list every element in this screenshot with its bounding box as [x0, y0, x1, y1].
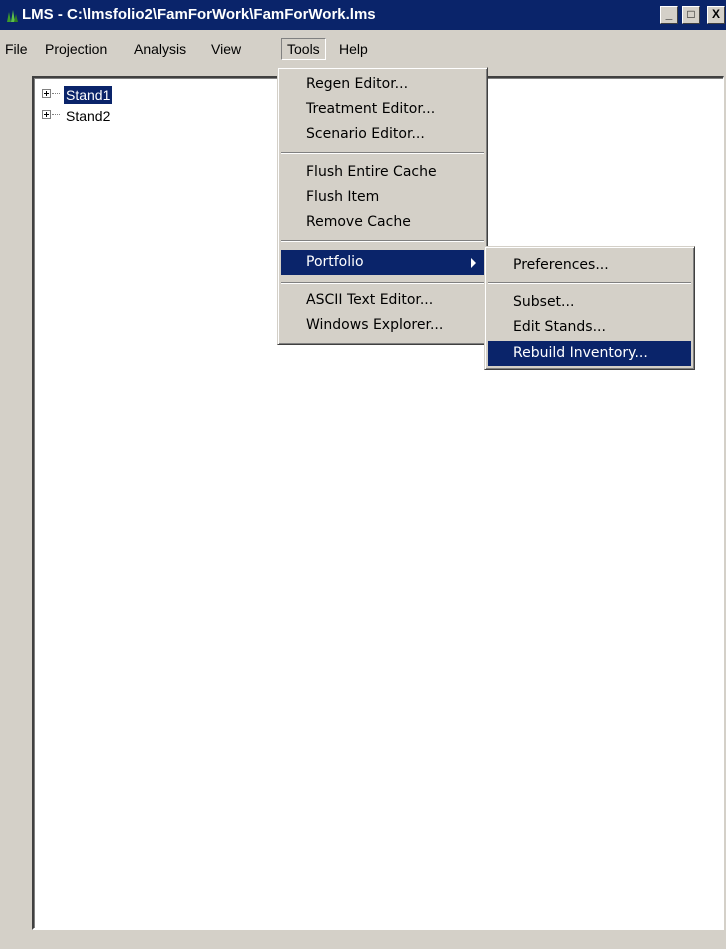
- expand-icon[interactable]: [42, 89, 51, 98]
- menu-item-flush-item[interactable]: Flush Item: [281, 185, 484, 210]
- menu-item-preferences[interactable]: Preferences...: [488, 253, 691, 278]
- menu-item-regen-editor[interactable]: Regen Editor...: [281, 72, 484, 97]
- window-title: LMS - C:\lmsfolio2\FamForWork\FamForWork…: [22, 6, 376, 23]
- menu-item-label: Portfolio: [306, 254, 364, 270]
- menu-separator: [281, 152, 484, 154]
- menu-separator: [281, 240, 484, 242]
- menu-item-portfolio[interactable]: Portfolio: [281, 250, 484, 275]
- menu-item-windows-explorer[interactable]: Windows Explorer...: [281, 313, 484, 338]
- menu-item-edit-stands[interactable]: Edit Stands...: [488, 315, 691, 340]
- menu-item-scenario-editor[interactable]: Scenario Editor...: [281, 122, 484, 147]
- menu-item-treatment-editor[interactable]: Treatment Editor...: [281, 97, 484, 122]
- menu-item-subset[interactable]: Subset...: [488, 290, 691, 315]
- menu-bar: File Projection Analysis View Tools Help: [0, 38, 726, 60]
- menu-item-flush-entire-cache[interactable]: Flush Entire Cache: [281, 160, 484, 185]
- minimize-button[interactable]: _: [660, 6, 678, 24]
- menu-projection[interactable]: Projection: [40, 38, 112, 60]
- menu-item-ascii-text-editor[interactable]: ASCII Text Editor...: [281, 288, 484, 313]
- menu-view[interactable]: View: [206, 38, 246, 60]
- menu-item-rebuild-inventory[interactable]: Rebuild Inventory...: [488, 341, 691, 366]
- lms-tree-icon: [7, 10, 18, 22]
- menu-separator: [488, 282, 691, 284]
- tree-connector: [52, 114, 60, 115]
- menu-tools[interactable]: Tools: [281, 38, 326, 60]
- tree-connector: [52, 93, 60, 94]
- tree-node-label[interactable]: Stand2: [64, 107, 112, 125]
- tools-menu: Regen Editor... Treatment Editor... Scen…: [277, 67, 488, 345]
- tree-node-label[interactable]: Stand1: [64, 86, 113, 104]
- title-bar: LMS - C:\lmsfolio2\FamForWork\FamForWork…: [0, 0, 726, 30]
- submenu-arrow-icon: [471, 258, 476, 268]
- expand-icon[interactable]: [42, 110, 51, 119]
- menu-analysis[interactable]: Analysis: [129, 38, 191, 60]
- menu-item-remove-cache[interactable]: Remove Cache: [281, 210, 484, 235]
- maximize-button[interactable]: □: [682, 6, 700, 24]
- menu-file[interactable]: File: [0, 38, 33, 60]
- menu-help[interactable]: Help: [334, 38, 373, 60]
- portfolio-submenu: Preferences... Subset... Edit Stands... …: [484, 246, 695, 370]
- close-button[interactable]: X: [707, 6, 725, 24]
- menu-separator: [281, 282, 484, 284]
